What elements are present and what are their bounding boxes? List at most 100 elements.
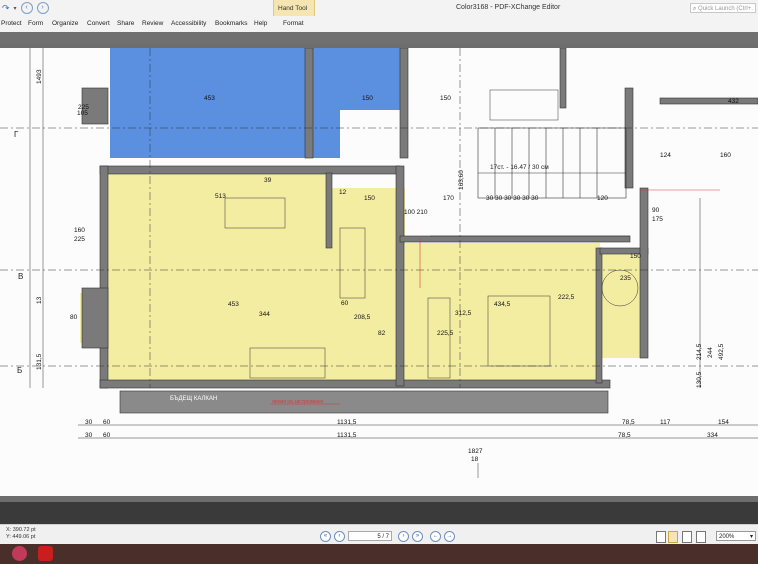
dim-312-5: 312,5 bbox=[455, 310, 472, 317]
tab-share[interactable]: Share bbox=[117, 20, 134, 27]
dim-30-a: 30 bbox=[85, 419, 93, 426]
dim-60: 60 bbox=[341, 300, 349, 307]
dim-12: 12 bbox=[339, 189, 347, 196]
dim-453-mid: 453 bbox=[228, 301, 239, 308]
quick-launch-input[interactable]: ⌕ Quick Launch (Ctrl+. bbox=[690, 3, 756, 13]
dim-453-top: 453 bbox=[204, 95, 215, 102]
dim-124: 124 bbox=[660, 152, 671, 159]
first-page-icon[interactable]: « bbox=[320, 531, 331, 542]
tab-review[interactable]: Review bbox=[142, 20, 163, 27]
zoom-select[interactable]: 200% ▾ bbox=[716, 531, 756, 541]
tab-format[interactable]: Format bbox=[283, 20, 304, 27]
yellow-bedroom-zone bbox=[400, 243, 600, 383]
dim-208-5: 208,5 bbox=[354, 314, 371, 321]
dim-492-5: 492,5 bbox=[718, 343, 725, 360]
dim-214-5: 214,5 bbox=[696, 343, 703, 360]
dim-105: 105 bbox=[77, 110, 88, 117]
dim-90: 90 bbox=[652, 207, 660, 214]
wall bbox=[325, 172, 333, 249]
facing-view-icon[interactable] bbox=[682, 531, 692, 543]
context-tab-group-title: Hand Tool bbox=[278, 5, 308, 12]
stairs-label: 17ст. - 16.47 / 30 см bbox=[490, 164, 549, 171]
dim-154: 154 bbox=[718, 419, 729, 426]
construction-limit-note: линия на застрояване bbox=[272, 399, 324, 405]
window-title: Color3168 - PDF-XChange Editor bbox=[456, 4, 561, 11]
tab-organize[interactable]: Organize bbox=[52, 20, 78, 27]
dim-150-top: 150 bbox=[362, 95, 373, 102]
dim-117: 117 bbox=[660, 419, 671, 426]
dim-163-60: 163,60 bbox=[458, 170, 465, 190]
tab-protect[interactable]: Protect bbox=[1, 20, 22, 27]
wall bbox=[99, 165, 401, 175]
pdf-xchange-taskbar-icon[interactable] bbox=[38, 546, 53, 561]
dim-175: 175 bbox=[652, 216, 663, 223]
dim-160: 160 bbox=[720, 152, 731, 159]
page-number-input[interactable]: 5 / 7 bbox=[348, 531, 392, 541]
prev-page-icon[interactable]: ‹ bbox=[334, 531, 345, 542]
dim-334: 334 bbox=[707, 432, 718, 439]
back-icon[interactable]: ‹ bbox=[20, 2, 33, 14]
dim-434-5: 434,5 bbox=[494, 301, 511, 308]
tab-help[interactable]: Help bbox=[254, 20, 267, 27]
dim-170: 170 bbox=[443, 195, 454, 202]
grid-marker-g: Г bbox=[14, 130, 19, 139]
dim-18: 18 bbox=[471, 456, 479, 463]
dim-80: 80 bbox=[70, 314, 78, 321]
tab-bookmarks[interactable]: Bookmarks bbox=[215, 20, 248, 27]
status-bar: X: 390.72 pt Y: 449.06 pt « ‹ 5 / 7 › » … bbox=[0, 524, 758, 545]
dim-13: 13 bbox=[36, 296, 43, 304]
wall bbox=[399, 235, 631, 243]
wall bbox=[99, 165, 109, 389]
title-bar: ↷ ▾ ‹ › Hand Tool Color3168 - PDF-XChang… bbox=[0, 0, 758, 32]
x-coordinate: X: 390.72 pt bbox=[6, 527, 36, 533]
wall bbox=[399, 48, 409, 159]
wall bbox=[304, 48, 314, 159]
wall bbox=[659, 97, 758, 105]
dim-1131-5-a: 1131,5 bbox=[337, 419, 357, 426]
forward-icon[interactable]: › bbox=[36, 2, 49, 14]
single-page-view-icon[interactable] bbox=[656, 531, 666, 543]
dropdown-icon[interactable]: ▾ bbox=[14, 5, 17, 12]
chevron-down-icon: ▾ bbox=[749, 534, 753, 540]
tab-form[interactable]: Form bbox=[28, 20, 43, 27]
dim-78-5-a: 78,5 bbox=[622, 419, 635, 426]
dim-60-b: 60 bbox=[103, 432, 111, 439]
app-circle-icon[interactable] bbox=[12, 546, 27, 561]
document-page[interactable]: Г В Б 17ст. - 16.47 / 30 см БЪДЕЩ КАЛКАН… bbox=[0, 48, 758, 496]
stair-flight bbox=[477, 127, 627, 199]
wall bbox=[559, 48, 567, 109]
history-back-icon[interactable]: ← bbox=[430, 531, 441, 542]
dim-100-210: 100 210 bbox=[404, 209, 428, 216]
history-forward-icon[interactable]: → bbox=[444, 531, 455, 542]
yellow-corridor-zone bbox=[330, 188, 405, 383]
dim-1131-5-b: 1131,5 bbox=[337, 432, 357, 439]
os-taskbar bbox=[0, 544, 758, 564]
toilet-room bbox=[489, 89, 559, 121]
quick-launch-placeholder: Quick Launch (Ctrl+. bbox=[698, 6, 753, 12]
tab-accessibility[interactable]: Accessibility bbox=[171, 20, 206, 27]
dim-78-5-b: 78,5 bbox=[618, 432, 631, 439]
quick-access-toolbar: ↷ ▾ ‹ › bbox=[2, 2, 49, 14]
dim-244: 244 bbox=[707, 347, 714, 358]
y-coordinate: Y: 449.06 pt bbox=[6, 533, 36, 540]
continuous-facing-view-icon[interactable] bbox=[696, 531, 706, 543]
dim-225-left: 225 bbox=[74, 236, 85, 243]
dim-222-5: 222,5 bbox=[558, 294, 575, 301]
tab-convert[interactable]: Convert bbox=[87, 20, 110, 27]
yellow-bath-zone bbox=[598, 253, 643, 358]
wall bbox=[595, 247, 603, 384]
dim-150-top2: 150 bbox=[440, 95, 451, 102]
redo-icon[interactable]: ↷ bbox=[2, 3, 10, 14]
dim-235: 235 bbox=[620, 275, 631, 282]
continuous-view-icon[interactable] bbox=[668, 531, 678, 543]
dim-432: 432 bbox=[728, 98, 739, 105]
dim-120: 120 bbox=[597, 195, 608, 202]
dim-30-steps: 30 30 30 30 30 30 bbox=[486, 195, 539, 202]
next-page-icon[interactable]: › bbox=[398, 531, 409, 542]
dim-82: 82 bbox=[378, 330, 386, 337]
dim-130-5: 130,5 bbox=[696, 371, 703, 388]
last-page-icon[interactable]: » bbox=[412, 531, 423, 542]
ribbon-collapsed-band bbox=[0, 32, 758, 44]
wall bbox=[81, 287, 109, 349]
dim-150-mid: 150 bbox=[364, 195, 375, 202]
